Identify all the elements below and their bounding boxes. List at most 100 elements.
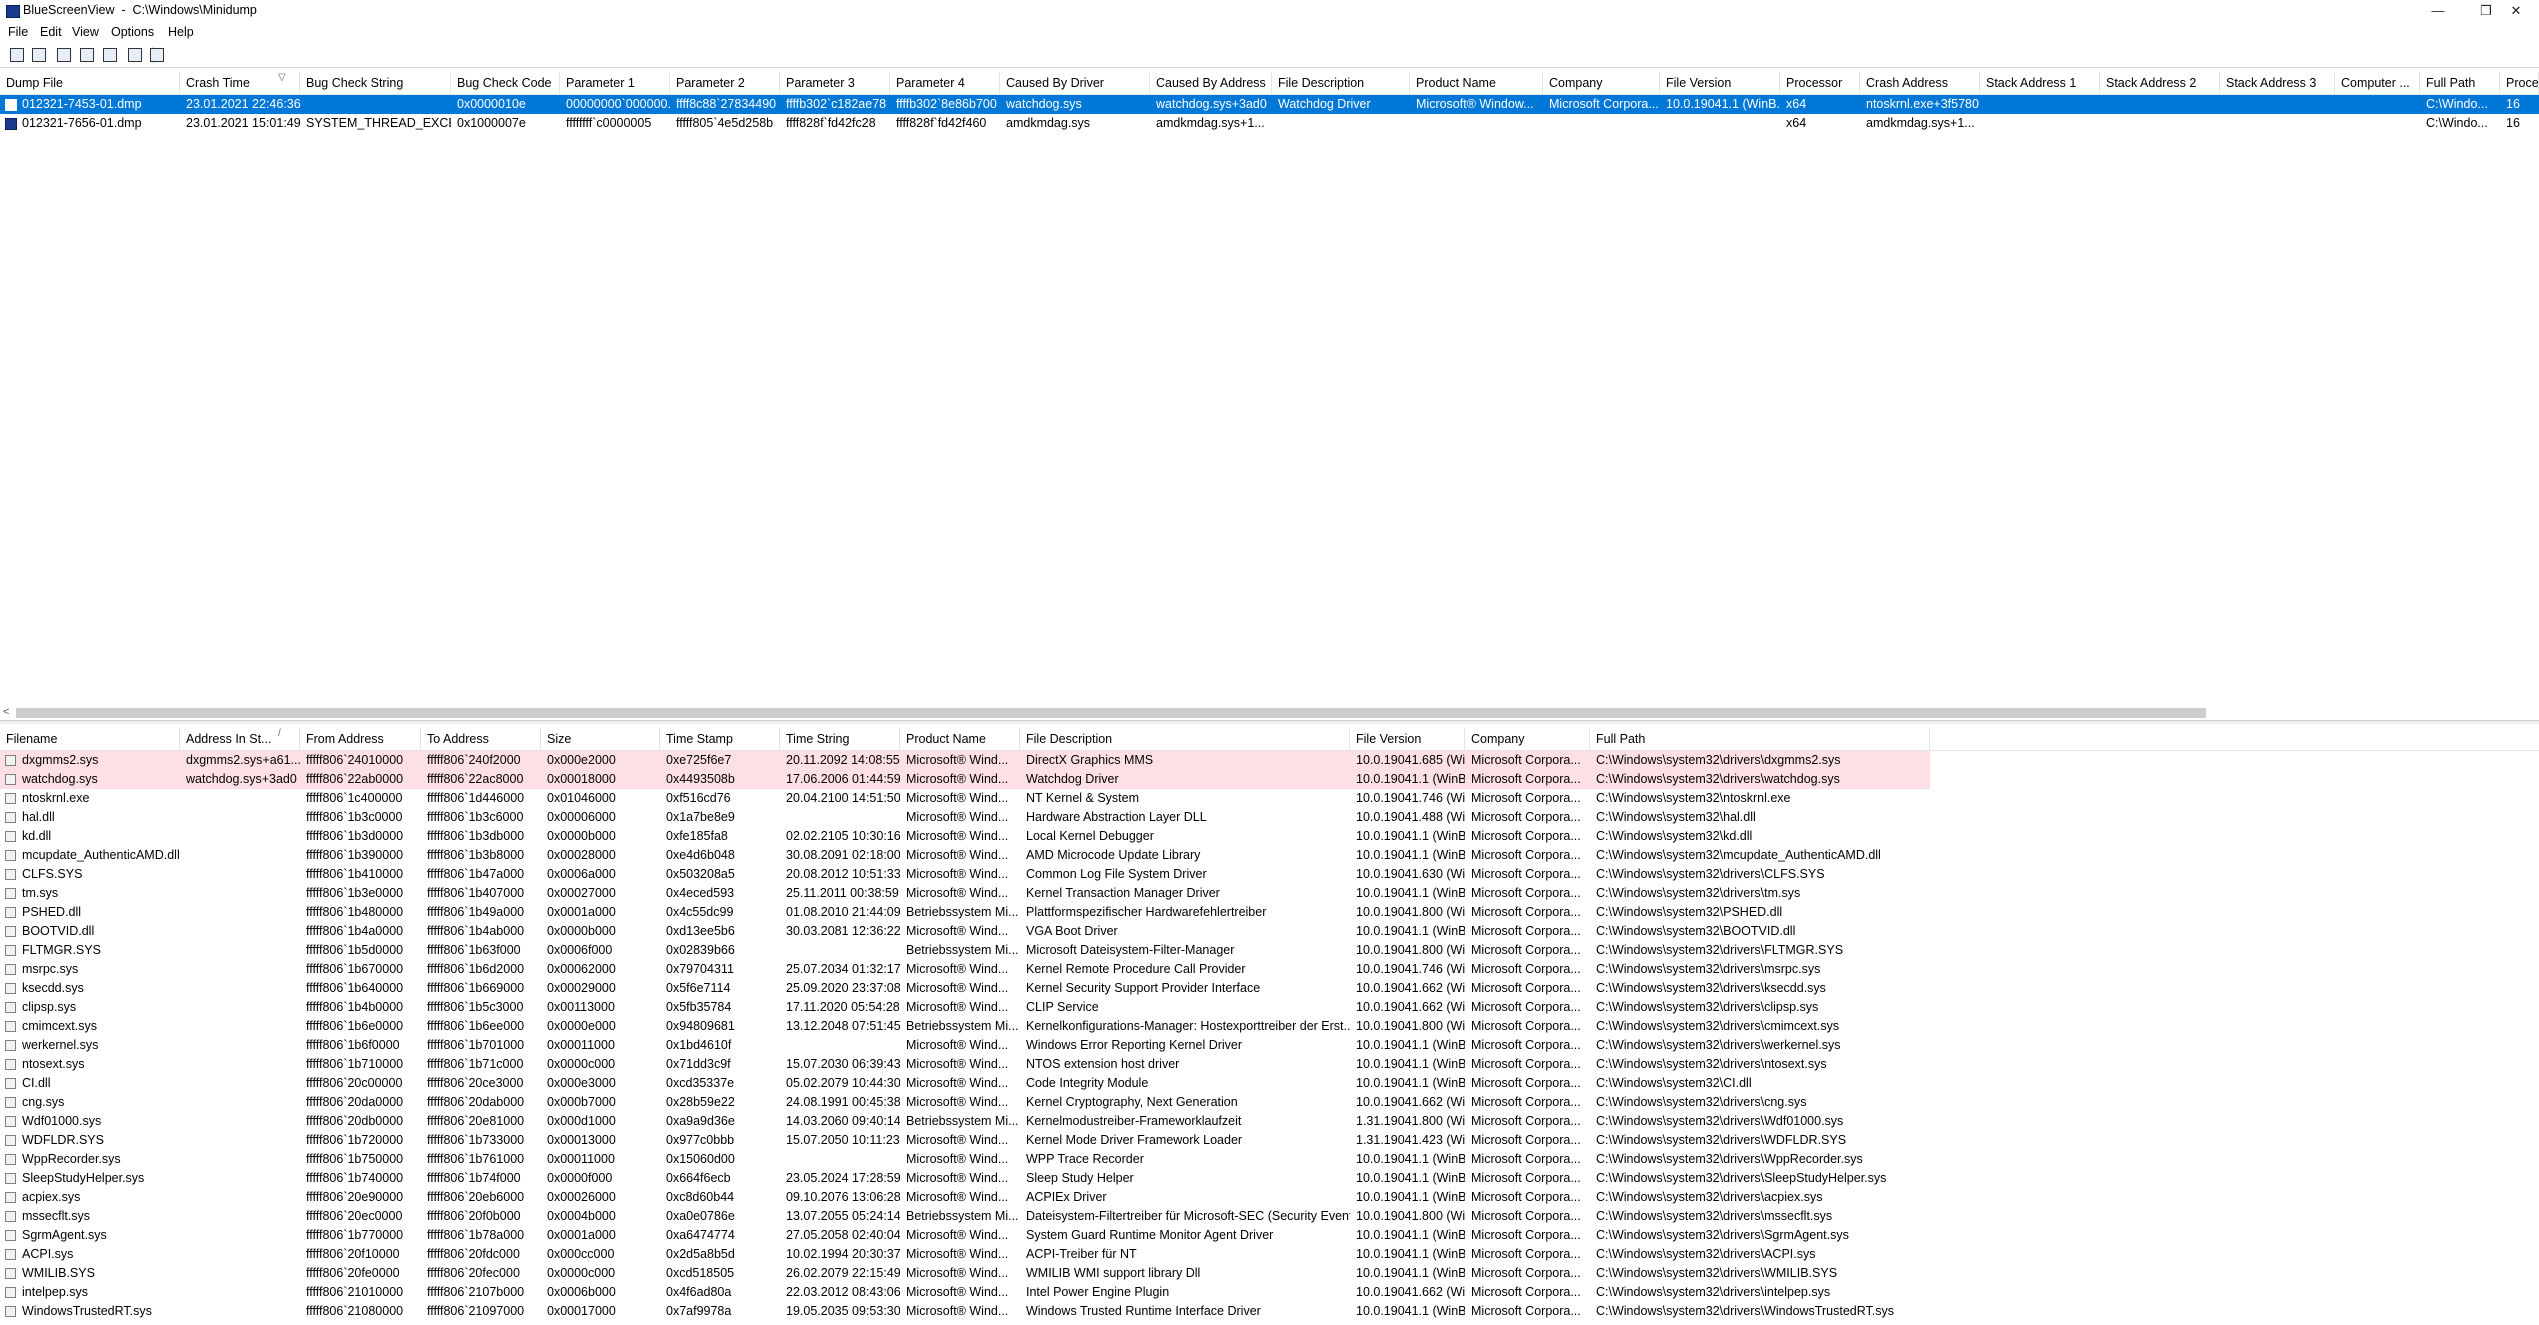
save-icon[interactable] [8, 46, 25, 63]
driver-row[interactable]: werkernel.sys fffff806`1b6f0000 fffff806`1… [0, 1036, 2539, 1055]
menu-edit[interactable]: Edit [40, 25, 62, 39]
refresh-icon[interactable] [55, 46, 72, 63]
column-header-filename[interactable]: Filename [0, 728, 180, 750]
driver-row[interactable]: ntosext.sys fffff806`1b710000 fffff806`1b7… [0, 1055, 2539, 1074]
driver-row[interactable]: mcupdate_AuthenticAMD.dll fffff806`1b3900… [0, 846, 2539, 865]
cell-address-in-st [180, 1207, 300, 1226]
column-header-company[interactable]: Company [1543, 72, 1660, 94]
column-header-caused-by-driver[interactable]: Caused By Driver [1000, 72, 1150, 94]
cell-time-string [780, 941, 900, 960]
column-header-address-in-st[interactable]: Address In St... [180, 728, 300, 750]
driver-row[interactable]: WMILIB.SYS fffff806`20fe0000 fffff806`20fe… [0, 1264, 2539, 1283]
column-header-time-stamp[interactable]: Time Stamp [660, 728, 780, 750]
column-header-to-address[interactable]: To Address [421, 728, 541, 750]
menu-file[interactable]: File [8, 25, 28, 39]
driver-row[interactable]: PSHED.dll fffff806`1b480000 fffff806`1b49a… [0, 903, 2539, 922]
driver-row[interactable]: CLFS.SYS fffff806`1b410000 fffff806`1b47a0… [0, 865, 2539, 884]
cell-size: 0x000cc000 [547, 1247, 615, 1261]
column-header-parameter-3[interactable]: Parameter 3 [780, 72, 890, 94]
menu-help[interactable]: Help [168, 25, 194, 39]
menu-options[interactable]: Options [111, 25, 154, 39]
column-header-bug-check-code[interactable]: Bug Check Code [451, 72, 560, 94]
scrollbar-thumb[interactable] [16, 708, 2206, 718]
driver-row[interactable]: kd.dll fffff806`1b3d0000 fffff806`1b3db000… [0, 827, 2539, 846]
pane-splitter[interactable] [0, 720, 2539, 724]
column-header-parameter-2[interactable]: Parameter 2 [670, 72, 780, 94]
column-header-file-description[interactable]: File Description [1020, 728, 1350, 750]
driver-row[interactable]: WDFLDR.SYS fffff806`1b720000 fffff806`1b73… [0, 1131, 2539, 1150]
sort-indicator-icon: / [278, 728, 281, 739]
driver-row[interactable]: ACPI.sys fffff806`20f10000 fffff806`20fdc0… [0, 1245, 2539, 1264]
copy-icon[interactable] [78, 46, 95, 63]
dump-file-row[interactable]: 012321-7656-01.dmp 23.01.2021 15:01:49 SYS… [0, 114, 2539, 133]
driver-row[interactable]: intelpep.sys fffff806`21010000 fffff806`21… [0, 1283, 2539, 1302]
column-header-stack-address-1[interactable]: Stack Address 1 [1980, 72, 2100, 94]
cell-time-string: 13.07.2055 05:24:14 [786, 1209, 900, 1223]
close-button[interactable]: ✕ [2493, 0, 2539, 22]
cell-to-address: fffff806`2107b000 [427, 1285, 525, 1299]
column-header-file-description[interactable]: File Description [1272, 72, 1410, 94]
driver-row[interactable]: ntoskrnl.exe fffff806`1c400000 fffff806`1d… [0, 789, 2539, 808]
cell-full-path: C:\Windows\system32\drivers\watchdog.sys [1596, 772, 1840, 786]
save-all-icon[interactable] [30, 46, 47, 63]
column-header-time-string[interactable]: Time String [780, 728, 900, 750]
cell-size: 0x00006000 [547, 810, 616, 824]
driver-row[interactable]: BOOTVID.dll fffff806`1b4a0000 fffff806`1b4… [0, 922, 2539, 941]
cell-time-string: 27.05.2058 02:40:04 [786, 1228, 900, 1242]
column-header-full-path[interactable]: Full Path [1590, 728, 1930, 750]
column-header-full-path[interactable]: Full Path [2420, 72, 2500, 94]
driver-row[interactable]: tm.sys fffff806`1b3e0000 fffff806`1b407000… [0, 884, 2539, 903]
driver-row[interactable]: WppRecorder.sys fffff806`1b750000 fffff806… [0, 1150, 2539, 1169]
cell-full-path: C:\Windows\system32\drivers\WppRecorder.… [1596, 1152, 1863, 1166]
scroll-left-arrow-icon[interactable]: < [3, 706, 9, 718]
column-header-dump-file[interactable]: Dump File [0, 72, 180, 94]
driver-row[interactable]: watchdog.sys watchdog.sys+3ad0 fffff806`22… [0, 770, 2539, 789]
cell-size: 0x0000e000 [547, 1019, 616, 1033]
column-header-bug-check-string[interactable]: Bug Check String [300, 72, 451, 94]
column-header-proces[interactable]: Proces [2500, 72, 2539, 94]
menu-view[interactable]: View [72, 25, 99, 39]
column-header-computer[interactable]: Computer ... [2335, 72, 2420, 94]
driver-row[interactable]: CI.dll fffff806`20c00000 fffff806`20ce3000… [0, 1074, 2539, 1093]
column-header-stack-address-3[interactable]: Stack Address 3 [2220, 72, 2335, 94]
driver-row[interactable]: clipsp.sys fffff806`1b4b0000 fffff806`1b5c… [0, 998, 2539, 1017]
column-header-company[interactable]: Company [1465, 728, 1590, 750]
driver-row[interactable]: FLTMGR.SYS fffff806`1b5d0000 fffff806`1b63… [0, 941, 2539, 960]
column-header-parameter-4[interactable]: Parameter 4 [890, 72, 1000, 94]
column-header-crash-address[interactable]: Crash Address [1860, 72, 1980, 94]
column-header-stack-address-2[interactable]: Stack Address 2 [2100, 72, 2220, 94]
driver-row[interactable]: msrpc.sys fffff806`1b670000 fffff806`1b6d2… [0, 960, 2539, 979]
driver-row[interactable]: SleepStudyHelper.sys fffff806`1b740000 fff… [0, 1169, 2539, 1188]
column-header-from-address[interactable]: From Address [300, 728, 421, 750]
column-header-product-name[interactable]: Product Name [1410, 72, 1543, 94]
horizontal-scrollbar[interactable]: < [0, 706, 2539, 720]
driver-row[interactable]: cng.sys fffff806`20da0000 fffff806`20dab00… [0, 1093, 2539, 1112]
column-header-processor[interactable]: Processor [1780, 72, 1860, 94]
driver-row[interactable]: ksecdd.sys fffff806`1b640000 fffff806`1b66… [0, 979, 2539, 998]
properties-icon[interactable] [101, 46, 118, 63]
html-report-icon[interactable] [126, 46, 143, 63]
driver-row[interactable]: acpiex.sys fffff806`20e90000 fffff806`20eb… [0, 1188, 2539, 1207]
column-header-size[interactable]: Size [541, 728, 660, 750]
driver-row[interactable]: cmimcext.sys fffff806`1b6e0000 fffff806`1b… [0, 1017, 2539, 1036]
dump-file-row[interactable]: 012321-7453-01.dmp 23.01.2021 22:46:36 0x0… [0, 95, 2539, 114]
driver-file-icon [5, 755, 16, 766]
cell-size: 0x000b7000 [547, 1095, 616, 1109]
cell-filename: ksecdd.sys [22, 981, 84, 995]
column-header-parameter-1[interactable]: Parameter 1 [560, 72, 670, 94]
driver-row[interactable]: mssecflt.sys fffff806`20ec0000 fffff806`20… [0, 1207, 2539, 1226]
minimize-button[interactable]: — [2415, 0, 2461, 22]
column-header-product-name[interactable]: Product Name [900, 728, 1020, 750]
column-header-file-version[interactable]: File Version [1660, 72, 1780, 94]
driver-row[interactable]: WindowsTrustedRT.sys fffff806`21080000 fff… [0, 1302, 2539, 1321]
exit-icon[interactable] [148, 46, 165, 63]
column-header-caused-by-address[interactable]: Caused By Address [1150, 72, 1272, 94]
driver-row[interactable]: Wdf01000.sys fffff806`20db0000 fffff806`20… [0, 1112, 2539, 1131]
column-header-file-version[interactable]: File Version [1350, 728, 1465, 750]
driver-row[interactable]: SgrmAgent.sys fffff806`1b770000 fffff806`1… [0, 1226, 2539, 1245]
cell-time-stamp: 0xcd35337e [666, 1076, 735, 1090]
driver-row[interactable]: dxgmms2.sys dxgmms2.sys+a61... fffff806`24… [0, 751, 2539, 770]
driver-row[interactable]: hal.dll fffff806`1b3c0000 fffff806`1b3c600… [0, 808, 2539, 827]
cell-caused-by-address: watchdog.sys+3ad0 [1156, 97, 1267, 111]
cell-file-version: 10.0.19041.685 (Wi... [1356, 753, 1465, 767]
